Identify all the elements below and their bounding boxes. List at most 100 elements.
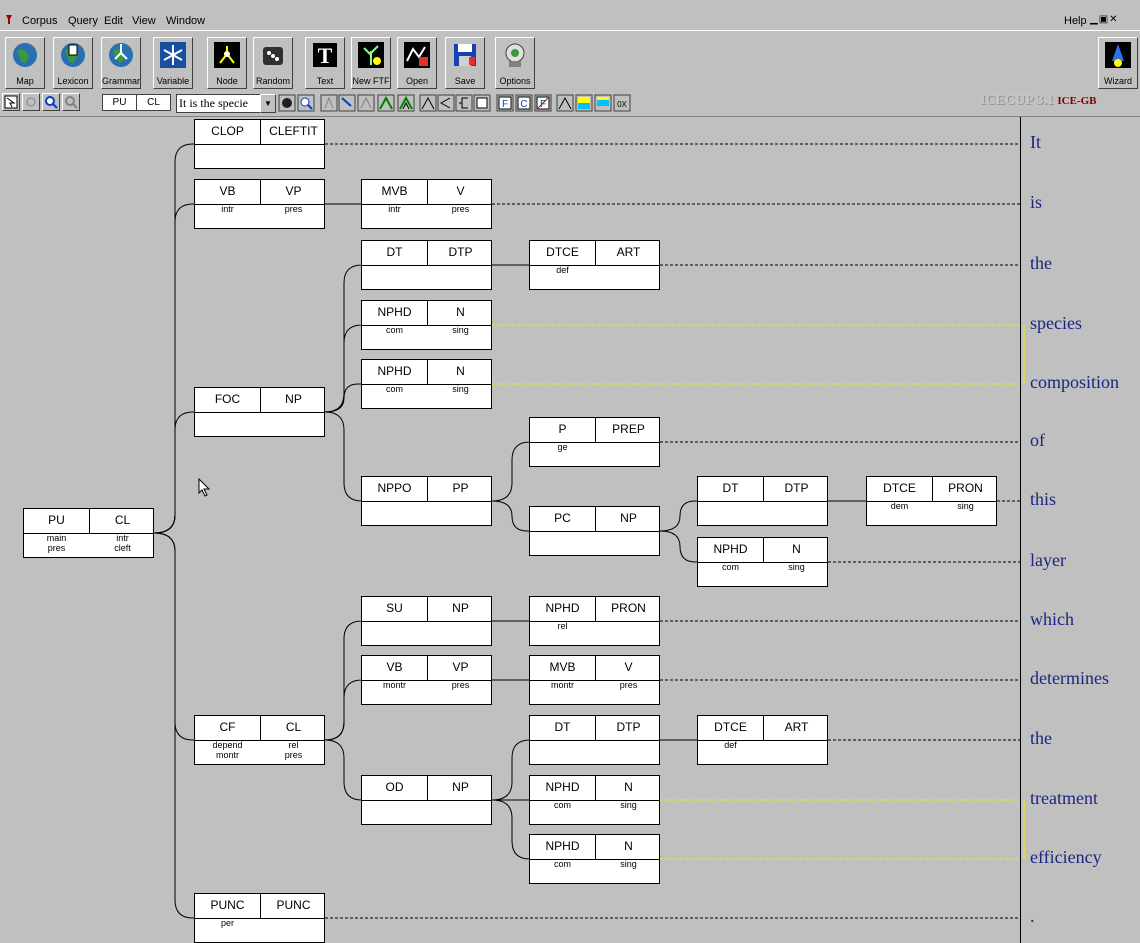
- node-feature-right: sing: [620, 859, 637, 869]
- node-feature-right: pres: [451, 680, 470, 690]
- node-function: PUNC: [210, 898, 245, 912]
- node-category: PREP: [612, 422, 645, 436]
- sentence-word[interactable]: is: [1030, 192, 1042, 213]
- tree-node-dtce3[interactable]: DTCE ART def: [697, 715, 828, 765]
- query-tool-icons: F C F 0X: [278, 94, 631, 112]
- tree-node-od[interactable]: OD NP: [361, 775, 492, 825]
- node-function: P: [558, 422, 567, 436]
- open-button[interactable]: Open: [397, 37, 437, 89]
- window-controls-icon[interactable]: ▁▣✕: [1090, 14, 1119, 25]
- node-function: PU: [48, 513, 65, 527]
- tree-node-dtce2[interactable]: DTCE PRON dem sing: [866, 476, 997, 526]
- node-feature-left: [362, 501, 427, 525]
- node-function: MVB: [549, 660, 576, 674]
- menu-view[interactable]: View: [132, 15, 156, 27]
- lexicon-button[interactable]: Lexicon: [53, 37, 93, 89]
- tree-node-vb1[interactable]: VB VP intr pres: [194, 179, 325, 229]
- sentence-word[interactable]: species: [1030, 313, 1082, 334]
- menu-query[interactable]: Query: [68, 15, 98, 27]
- sentence-word[interactable]: layer: [1030, 550, 1066, 571]
- node-feature-right: [764, 501, 829, 525]
- tree-node-dt3[interactable]: DT DTP: [529, 715, 660, 765]
- sentence-word[interactable]: .: [1030, 906, 1035, 927]
- sentence-word[interactable]: determines: [1030, 668, 1109, 689]
- sentence-word[interactable]: efficiency: [1030, 847, 1102, 868]
- variable-button[interactable]: Variable: [153, 37, 193, 89]
- zoom-in-button[interactable]: [42, 93, 60, 111]
- grammar-button[interactable]: Grammar: [101, 37, 141, 89]
- tree-node-nphd5[interactable]: NPHD Ncom sing: [529, 775, 660, 825]
- node-icon: [214, 42, 240, 68]
- tree-node-pc[interactable]: PC NP: [529, 506, 660, 556]
- sentence-word[interactable]: of: [1030, 430, 1045, 451]
- tree-node-dt2[interactable]: DT DTP: [697, 476, 828, 526]
- tree-node-su[interactable]: SU NP: [361, 596, 492, 646]
- sentence-word[interactable]: the: [1030, 253, 1052, 274]
- tree-node-punc[interactable]: PUNC PUNC per: [194, 893, 325, 943]
- menu-help[interactable]: Help: [1064, 15, 1087, 27]
- tree-edge: [153, 532, 194, 741]
- tree-node-cf[interactable]: CF CL depend montr rel pres: [194, 715, 325, 765]
- menu-edit[interactable]: Edit: [104, 15, 123, 27]
- tree-node-nphd6[interactable]: NPHD Ncom sing: [529, 834, 660, 884]
- node-category: N: [624, 780, 633, 794]
- brand-label: ICECUP 3.1 ICE-GB: [980, 93, 1097, 109]
- tree-node-nphd3[interactable]: NPHD Ncom sing: [697, 537, 828, 587]
- map-button[interactable]: Map: [5, 37, 45, 89]
- tree-node-nppo[interactable]: NPPO PP: [361, 476, 492, 526]
- node-feature-right: [428, 501, 493, 525]
- sentence-word[interactable]: treatment: [1030, 788, 1098, 809]
- node-spec-category[interactable]: CL: [136, 94, 171, 111]
- node-feature-right: [596, 442, 661, 466]
- text-button[interactable]: T Text: [305, 37, 345, 89]
- node-category: CL: [114, 513, 131, 527]
- save-button[interactable]: Save: [445, 37, 485, 89]
- wizard-button[interactable]: Wizard: [1098, 37, 1138, 89]
- sentence-select[interactable]: It is the specie: [176, 94, 262, 113]
- tree-node-nphd1[interactable]: NPHD Ncom sing: [361, 300, 492, 350]
- new-ftf-button[interactable]: New FTF: [351, 37, 391, 89]
- node-feature-right: [261, 918, 326, 942]
- tree-node-pu[interactable]: PU CL main pres intr cleft: [23, 508, 154, 558]
- tree-node-clop[interactable]: CLOP CLEFTIT: [194, 119, 325, 169]
- node-feature-left: main pres: [46, 533, 67, 553]
- node-feature-right: pres: [284, 204, 303, 214]
- select-tool-button[interactable]: [2, 93, 20, 111]
- menu-window[interactable]: Window: [166, 15, 205, 27]
- node-feature-left: [530, 740, 595, 764]
- zoom-out-button[interactable]: [62, 93, 80, 111]
- node-button[interactable]: Node: [207, 37, 247, 89]
- tree-edge: [659, 500, 697, 532]
- sentence-word[interactable]: composition: [1030, 372, 1119, 393]
- menu-corpus[interactable]: Corpus: [22, 15, 57, 27]
- tree-edge: [491, 739, 531, 801]
- node-function: NPPO: [377, 481, 412, 495]
- tree-node-dtce1[interactable]: DTCE ART def: [529, 240, 660, 290]
- tree-node-foc[interactable]: FOC NP: [194, 387, 325, 437]
- node-category: N: [456, 305, 465, 319]
- chevron-down-icon[interactable]: ▼: [260, 94, 276, 113]
- node-function: NPHD: [545, 780, 580, 794]
- sentence-word[interactable]: It: [1030, 132, 1041, 153]
- tree-node-mvb2[interactable]: MVB Vmontr pres: [529, 655, 660, 705]
- sentence-word[interactable]: which: [1030, 609, 1074, 630]
- tree-node-mvb1[interactable]: MVB Vintr pres: [361, 179, 492, 229]
- node-category: CLEFTIT: [269, 124, 318, 138]
- sentence-word[interactable]: the: [1030, 728, 1052, 749]
- node-feature-right: [596, 740, 661, 764]
- node-function: VB: [386, 660, 403, 674]
- node-spec[interactable]: PU CL: [102, 94, 171, 111]
- tree-node-nphd2[interactable]: NPHD Ncom sing: [361, 359, 492, 409]
- sentence-word[interactable]: this: [1030, 489, 1056, 510]
- node-feature-left: rel: [557, 621, 568, 631]
- node-spec-function[interactable]: PU: [102, 94, 137, 111]
- tree-edge: [491, 500, 529, 532]
- options-button[interactable]: Options: [495, 37, 535, 89]
- node-feature-left: com: [385, 325, 403, 335]
- tree-node-vb2[interactable]: VB VP montr pres: [361, 655, 492, 705]
- tree-node-nphd4[interactable]: NPHD PRON rel: [529, 596, 660, 646]
- random-button[interactable]: Random: [253, 37, 293, 89]
- pin-tool-button[interactable]: [22, 93, 40, 111]
- tree-node-p[interactable]: P PREP ge: [529, 417, 660, 467]
- tree-node-dt1[interactable]: DT DTP: [361, 240, 492, 290]
